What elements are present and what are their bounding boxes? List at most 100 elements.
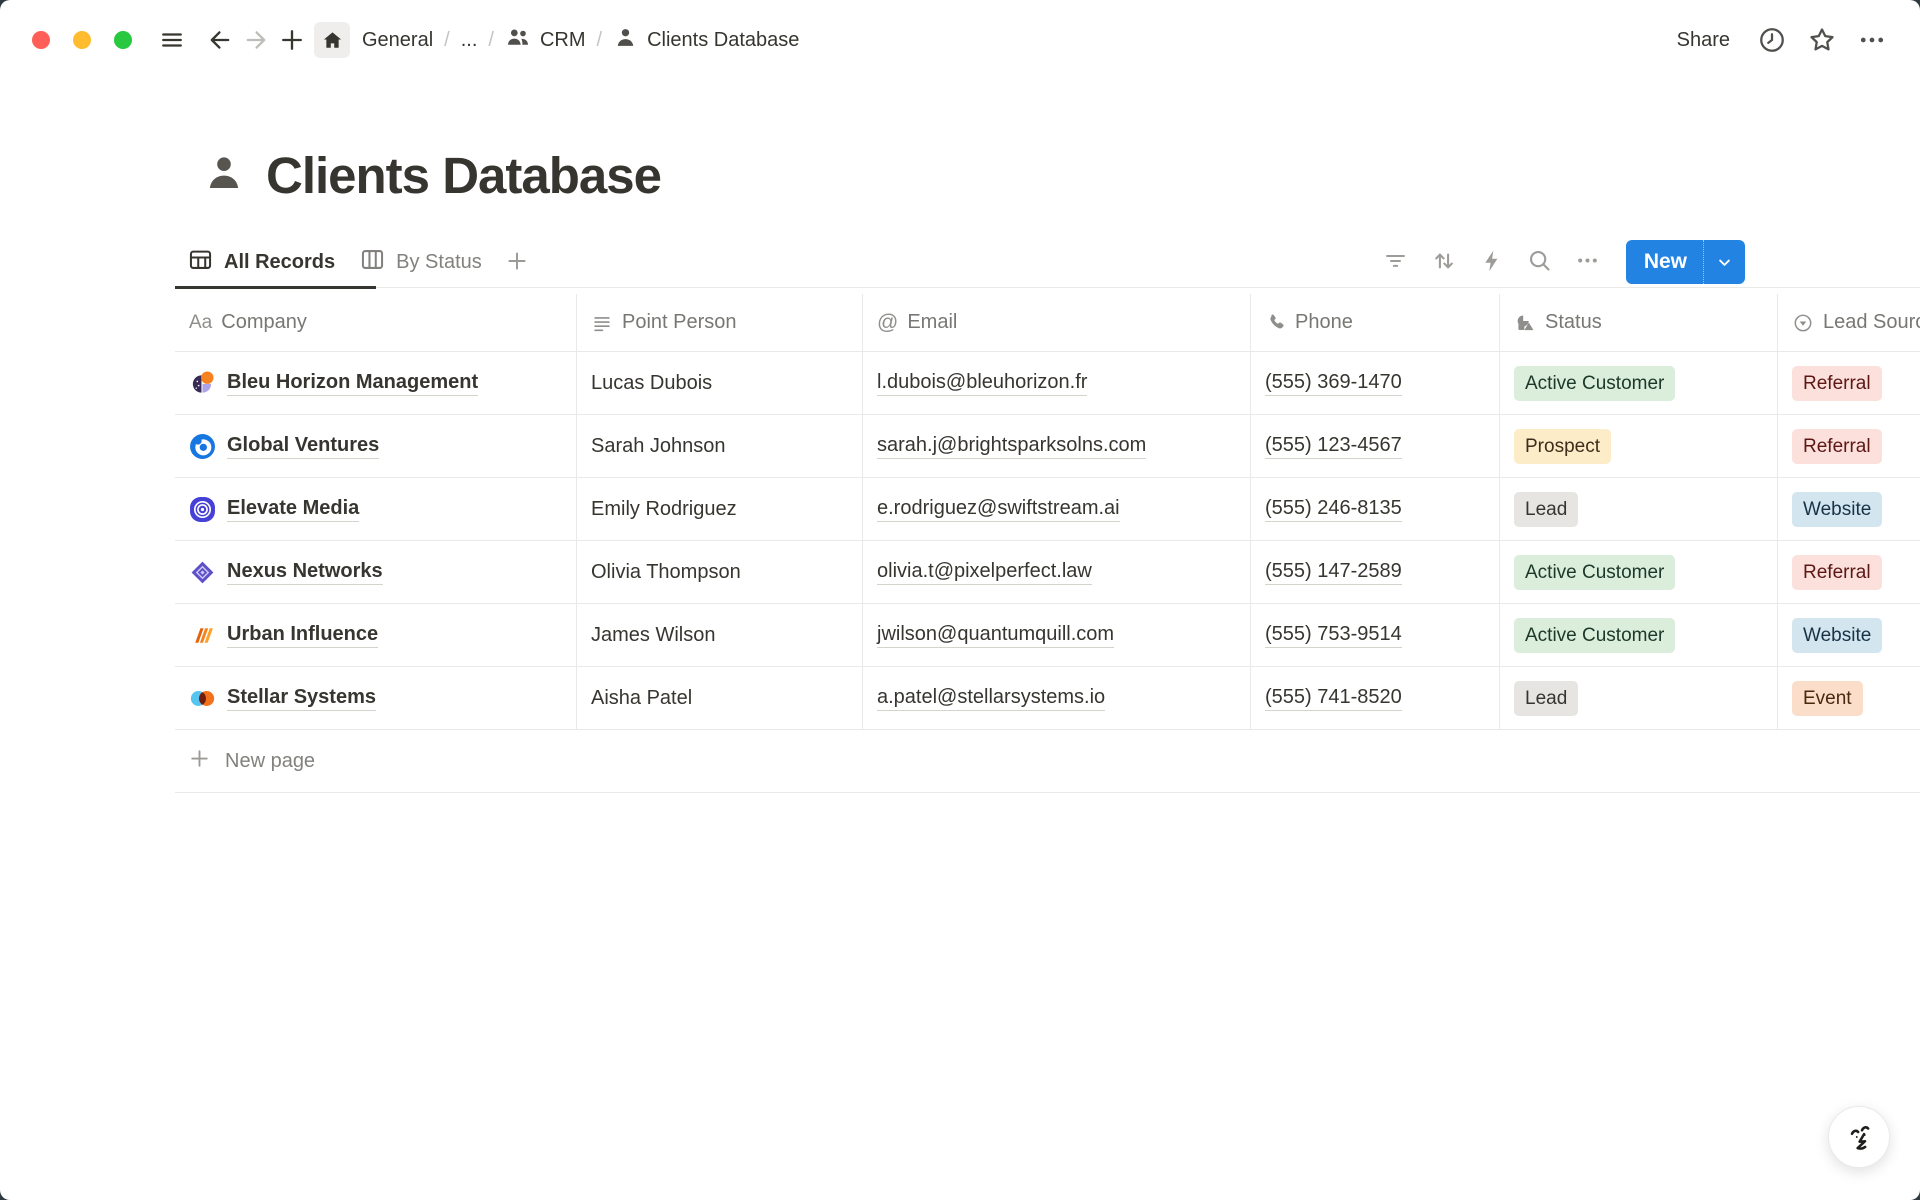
- phone-link[interactable]: (555) 147-2589: [1265, 560, 1402, 585]
- new-record-button[interactable]: New: [1626, 240, 1745, 284]
- company-page-link[interactable]: Stellar Systems: [227, 686, 376, 711]
- company-page-link[interactable]: Urban Influence: [227, 623, 378, 648]
- phone-link[interactable]: (555) 246-8135: [1265, 497, 1402, 522]
- automations-button[interactable]: [1472, 242, 1512, 282]
- minimize-window-button[interactable]: [73, 31, 91, 49]
- table-row: Stellar Systems Aisha Patel a.patel@stel…: [175, 667, 1920, 730]
- email-link[interactable]: sarah.j@brightsparksolns.com: [877, 434, 1146, 459]
- lead-source-badge: Referral: [1792, 366, 1882, 401]
- close-window-button[interactable]: [32, 31, 50, 49]
- page-title[interactable]: Clients Database: [266, 146, 661, 205]
- company-cell[interactable]: Urban Influence: [175, 604, 577, 666]
- forward-button[interactable]: [238, 22, 274, 58]
- column-header-status[interactable]: Status: [1500, 294, 1778, 351]
- email-cell[interactable]: sarah.j@brightsparksolns.com: [863, 415, 1251, 477]
- sort-button[interactable]: [1424, 242, 1464, 282]
- email-link[interactable]: l.dubois@bleuhorizon.fr: [877, 371, 1087, 396]
- point-person-cell[interactable]: James Wilson: [577, 604, 863, 666]
- view-more-button[interactable]: [1568, 242, 1608, 282]
- lead-source-cell[interactable]: Event: [1778, 667, 1920, 729]
- home-button[interactable]: [314, 22, 350, 58]
- page-person-icon[interactable]: [202, 151, 246, 200]
- email-link[interactable]: jwilson@quantumquill.com: [877, 623, 1114, 648]
- new-tab-button[interactable]: [274, 22, 310, 58]
- company-page-link[interactable]: Nexus Networks: [227, 560, 383, 585]
- lead-source-cell[interactable]: Website: [1778, 478, 1920, 540]
- email-cell[interactable]: olivia.t@pixelperfect.law: [863, 541, 1251, 603]
- company-page-link[interactable]: Elevate Media: [227, 497, 359, 522]
- phone-cell[interactable]: (555) 369-1470: [1251, 352, 1500, 414]
- table-body: Bleu Horizon Management Lucas Dubois l.d…: [175, 352, 1920, 730]
- new-page-row[interactable]: New page: [175, 730, 1920, 793]
- company-page-link[interactable]: Global Ventures: [227, 434, 379, 459]
- app-window: General / ... / CRM / Clients Database S…: [0, 0, 1920, 1200]
- tab-all-records[interactable]: All Records: [175, 237, 347, 287]
- search-button[interactable]: [1520, 242, 1560, 282]
- lead-source-badge: Website: [1792, 492, 1882, 527]
- sidebar-toggle-button[interactable]: [154, 22, 190, 58]
- breadcrumb-crm[interactable]: CRM: [505, 24, 586, 56]
- add-view-button[interactable]: [494, 237, 540, 287]
- email-link[interactable]: olivia.t@pixelperfect.law: [877, 560, 1092, 585]
- breadcrumb-collapsed[interactable]: ...: [461, 29, 478, 52]
- phone-link[interactable]: (555) 369-1470: [1265, 371, 1402, 396]
- company-cell[interactable]: Bleu Horizon Management: [175, 352, 577, 414]
- phone-link[interactable]: (555) 741-8520: [1265, 686, 1402, 711]
- share-button[interactable]: Share: [1667, 23, 1740, 58]
- phone-cell[interactable]: (555) 753-9514: [1251, 604, 1500, 666]
- tab-by-status[interactable]: By Status: [347, 237, 494, 287]
- company-logo: [189, 370, 216, 397]
- lead-source-cell[interactable]: Referral: [1778, 541, 1920, 603]
- phone-cell[interactable]: (555) 123-4567: [1251, 415, 1500, 477]
- point-person-cell[interactable]: Olivia Thompson: [577, 541, 863, 603]
- lead-source-cell[interactable]: Website: [1778, 604, 1920, 666]
- column-header-phone[interactable]: Status Phone: [1251, 294, 1500, 351]
- status-cell[interactable]: Lead: [1500, 667, 1778, 729]
- email-cell[interactable]: l.dubois@bleuhorizon.fr: [863, 352, 1251, 414]
- point-person-cell[interactable]: Sarah Johnson: [577, 415, 863, 477]
- point-person-cell[interactable]: Lucas Dubois: [577, 352, 863, 414]
- status-cell[interactable]: Lead: [1500, 478, 1778, 540]
- company-page-link[interactable]: Bleu Horizon Management: [227, 371, 478, 396]
- status-cell[interactable]: Active Customer: [1500, 604, 1778, 666]
- phone-link[interactable]: (555) 123-4567: [1265, 434, 1402, 459]
- lead-source-cell[interactable]: Referral: [1778, 415, 1920, 477]
- chevron-down-icon[interactable]: [1704, 240, 1745, 284]
- email-link[interactable]: e.rodriguez@swiftstream.ai: [877, 497, 1120, 522]
- table-row: Nexus Networks Olivia Thompson olivia.t@…: [175, 541, 1920, 604]
- column-header-email[interactable]: @ Email: [863, 294, 1251, 351]
- point-person-cell[interactable]: Aisha Patel: [577, 667, 863, 729]
- status-badge: Active Customer: [1514, 555, 1675, 590]
- page-more-button[interactable]: [1854, 22, 1890, 58]
- breadcrumb-general[interactable]: General: [362, 29, 433, 52]
- company-cell[interactable]: Elevate Media: [175, 478, 577, 540]
- email-cell[interactable]: e.rodriguez@swiftstream.ai: [863, 478, 1251, 540]
- phone-cell[interactable]: (555) 741-8520: [1251, 667, 1500, 729]
- column-header-point-person[interactable]: Point Person: [577, 294, 863, 351]
- zoom-window-button[interactable]: [114, 31, 132, 49]
- company-cell[interactable]: Global Ventures: [175, 415, 577, 477]
- phone-cell[interactable]: (555) 246-8135: [1251, 478, 1500, 540]
- email-cell[interactable]: a.patel@stellarsystems.io: [863, 667, 1251, 729]
- status-cell[interactable]: Active Customer: [1500, 352, 1778, 414]
- company-cell[interactable]: Nexus Networks: [175, 541, 577, 603]
- lead-source-cell[interactable]: Referral: [1778, 352, 1920, 414]
- phone-cell[interactable]: (555) 147-2589: [1251, 541, 1500, 603]
- email-link[interactable]: a.patel@stellarsystems.io: [877, 686, 1105, 711]
- phone-link[interactable]: (555) 753-9514: [1265, 623, 1402, 648]
- column-header-lead-source[interactable]: Lead Source: [1778, 294, 1920, 351]
- company-cell[interactable]: Stellar Systems: [175, 667, 577, 729]
- breadcrumb-clients-database[interactable]: Clients Database: [613, 25, 799, 56]
- table-row: Urban Influence James Wilson jwilson@qua…: [175, 604, 1920, 667]
- column-header-company[interactable]: Aa Company: [175, 294, 577, 351]
- back-button[interactable]: [202, 22, 238, 58]
- status-cell[interactable]: Prospect: [1500, 415, 1778, 477]
- status-badge: Lead: [1514, 492, 1578, 527]
- notion-ai-button[interactable]: [1828, 1106, 1890, 1168]
- history-button[interactable]: [1754, 22, 1790, 58]
- status-cell[interactable]: Active Customer: [1500, 541, 1778, 603]
- email-cell[interactable]: jwilson@quantumquill.com: [863, 604, 1251, 666]
- filter-button[interactable]: [1376, 242, 1416, 282]
- favorite-button[interactable]: [1804, 22, 1840, 58]
- point-person-cell[interactable]: Emily Rodriguez: [577, 478, 863, 540]
